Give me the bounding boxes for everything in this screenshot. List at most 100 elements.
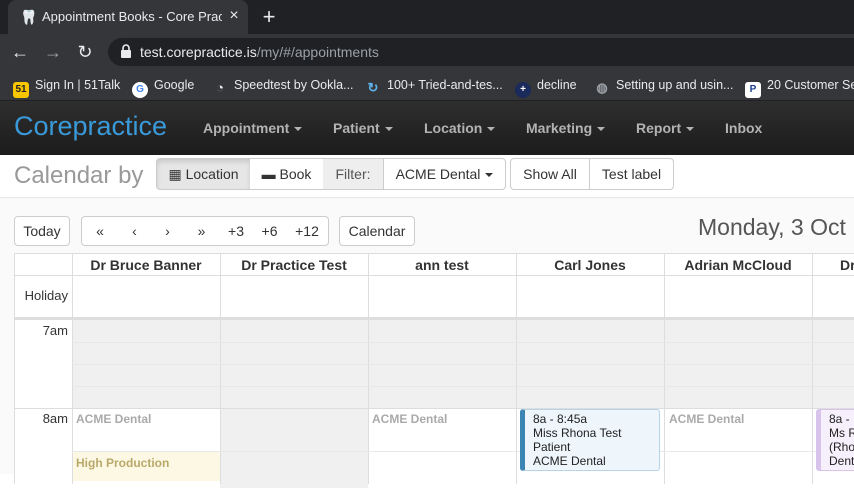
tab-title: Appointment Books - Core Practice bbox=[42, 9, 222, 24]
first-page-button[interactable]: « bbox=[81, 216, 119, 246]
address-bar[interactable]: test.corepractice.is/my/#/appointments bbox=[108, 38, 854, 66]
book-icon: ▬ bbox=[261, 166, 276, 182]
tooth-favicon-icon: 🦷 bbox=[20, 9, 38, 25]
column-header-bruce-banner: Dr Bruce Banner bbox=[90, 257, 202, 273]
close-tab-icon[interactable]: × bbox=[226, 8, 242, 24]
reload-icon[interactable]: ↻ bbox=[74, 41, 96, 63]
bookmark-tried-and-tested[interactable]: ↻ 100+ Tried-and-tes... bbox=[365, 76, 503, 95]
row-divider bbox=[72, 364, 854, 365]
column-header-carl-jones: Carl Jones bbox=[554, 257, 626, 273]
51talk-icon: 51 bbox=[13, 82, 29, 98]
p-logo-icon: P bbox=[745, 82, 761, 98]
slot-label-acme-dental[interactable]: ACME Dental bbox=[372, 412, 447, 426]
show-all-button[interactable]: Show All bbox=[510, 158, 590, 190]
nav-marketing[interactable]: Marketing bbox=[526, 120, 606, 136]
lock-icon bbox=[121, 44, 131, 58]
plus-12-button[interactable]: +12 bbox=[286, 216, 329, 246]
url-host: test.corepractice.is bbox=[140, 44, 257, 60]
bookmark-label: Speedtest by Ookla... bbox=[234, 78, 354, 92]
next-button[interactable]: › bbox=[151, 216, 185, 246]
nav-inbox[interactable]: Inbox bbox=[725, 120, 762, 136]
nav-location[interactable]: Location bbox=[424, 120, 496, 136]
column-divider bbox=[812, 254, 813, 484]
new-tab-icon[interactable]: + bbox=[258, 6, 280, 28]
browser-toolbar: ← → ↻ test.corepractice.is/my/#/appointm… bbox=[0, 34, 854, 70]
filter-dropdown[interactable]: ACME Dental bbox=[383, 158, 506, 190]
bookmark-label: decline bbox=[537, 78, 577, 92]
previous-button[interactable]: ‹ bbox=[118, 216, 152, 246]
plus-circle-icon: + bbox=[515, 82, 531, 98]
nav-report[interactable]: Report bbox=[636, 120, 695, 136]
browser-tab[interactable]: 🦷 Appointment Books - Core Practice × bbox=[8, 0, 248, 34]
plus-3-button[interactable]: +3 bbox=[219, 216, 254, 246]
url-path: /my/#/appointments bbox=[256, 44, 379, 60]
bookmark-label: 20 Customer Servic bbox=[767, 78, 854, 92]
view-book-button[interactable]: ▬ Book bbox=[250, 158, 324, 190]
holiday-row-label: Holiday bbox=[24, 288, 68, 303]
test-label-button[interactable]: Test label bbox=[589, 158, 674, 190]
column-divider bbox=[220, 254, 221, 484]
nav-label: Report bbox=[636, 120, 682, 136]
appointment-location: ACME Dental bbox=[533, 454, 606, 468]
bookmark-setting-up[interactable]: ◍ Setting up and usin... bbox=[594, 76, 733, 95]
filter-value: ACME Dental bbox=[395, 166, 481, 182]
row-divider bbox=[72, 386, 854, 387]
column-divider bbox=[368, 254, 369, 484]
bookmarks-bar: 51 Sign In | 51Talk G Google ◔ Speedtest by… bbox=[0, 70, 854, 101]
slot-label-high-production[interactable]: High Production bbox=[76, 456, 169, 470]
view-location-button[interactable]: ▦ Location bbox=[156, 158, 251, 190]
slot-label-acme-dental[interactable]: ACME Dental bbox=[76, 412, 151, 426]
calendar-header-bar: Calendar by ▦ Location ▬ Book Filter: AC… bbox=[0, 155, 854, 198]
appointment-patient: Ms R bbox=[829, 426, 854, 440]
row-divider bbox=[15, 317, 854, 320]
bookmark-label: Google bbox=[154, 78, 195, 92]
nav-label: Location bbox=[424, 120, 483, 136]
building-icon: ▦ bbox=[168, 166, 182, 182]
nav-appointment[interactable]: Appointment bbox=[203, 120, 303, 136]
calendar-area: Today « ‹ › » +3 +6 +12 Calendar Monday,… bbox=[0, 198, 854, 488]
google-icon: G bbox=[132, 82, 148, 98]
appointment-patient: Miss Rhona Test bbox=[533, 426, 622, 440]
brand-logo[interactable]: Corepractice bbox=[14, 111, 167, 142]
nav-label: Patient bbox=[333, 120, 380, 136]
caret-down-icon bbox=[294, 127, 303, 131]
back-arrow-icon[interactable]: ← bbox=[9, 41, 31, 63]
column-header-ann-test: ann test bbox=[415, 257, 469, 273]
bookmark-decline[interactable]: + decline bbox=[515, 76, 577, 98]
caret-down-icon bbox=[686, 127, 695, 131]
today-button[interactable]: Today bbox=[14, 216, 70, 246]
nav-label: Marketing bbox=[526, 120, 593, 136]
time-label-7am: 7am bbox=[42, 323, 68, 338]
view-book-label: Book bbox=[279, 166, 312, 182]
calendar-button[interactable]: Calendar bbox=[339, 216, 415, 246]
column-divider bbox=[516, 254, 517, 484]
caret-down-icon bbox=[485, 173, 494, 177]
appointment-type: Patient bbox=[533, 440, 571, 454]
caret-down-icon bbox=[384, 127, 393, 131]
unavailable-block-col2 bbox=[220, 408, 368, 488]
bookmark-google[interactable]: G Google bbox=[132, 76, 195, 98]
globe-icon: ◍ bbox=[596, 80, 608, 95]
appointment-type: (Rho bbox=[829, 440, 854, 454]
appointment-card[interactable]: 8a - 8:45a Miss Rhona Test Patient ACME … bbox=[520, 409, 660, 471]
column-divider bbox=[72, 254, 73, 484]
nav-patient[interactable]: Patient bbox=[333, 120, 393, 136]
url-text: test.corepractice.is/my/#/appointments bbox=[140, 44, 379, 60]
appointment-location: Dent bbox=[829, 454, 854, 468]
appointment-card-partial[interactable]: 8a - Ms R (Rho Dent bbox=[816, 409, 854, 471]
appointment-grid: Dr Bruce Banner Dr Practice Test ann tes… bbox=[14, 253, 854, 488]
view-location-label: Location bbox=[185, 166, 239, 182]
row-divider bbox=[72, 342, 854, 343]
browser-tab-bar: 🦷 Appointment Books - Core Practice × + bbox=[0, 0, 854, 34]
current-date: Monday, 3 Oct bbox=[698, 214, 846, 240]
bookmark-customer-service[interactable]: P 20 Customer Servic bbox=[745, 76, 854, 98]
app-navbar: Corepractice Appointment Patient Locatio… bbox=[0, 101, 854, 155]
forward-arrow-icon[interactable]: → bbox=[42, 41, 64, 63]
slot-label-acme-dental[interactable]: ACME Dental bbox=[669, 412, 744, 426]
column-header-practice-test: Dr Practice Test bbox=[241, 257, 347, 273]
plus-6-button[interactable]: +6 bbox=[253, 216, 287, 246]
bookmark-speedtest[interactable]: ◔ Speedtest by Ookla... bbox=[212, 76, 354, 95]
last-page-button[interactable]: » bbox=[184, 216, 220, 246]
bookmark-51talk[interactable]: 51 Sign In | 51Talk bbox=[13, 76, 120, 98]
row-divider bbox=[15, 275, 854, 276]
